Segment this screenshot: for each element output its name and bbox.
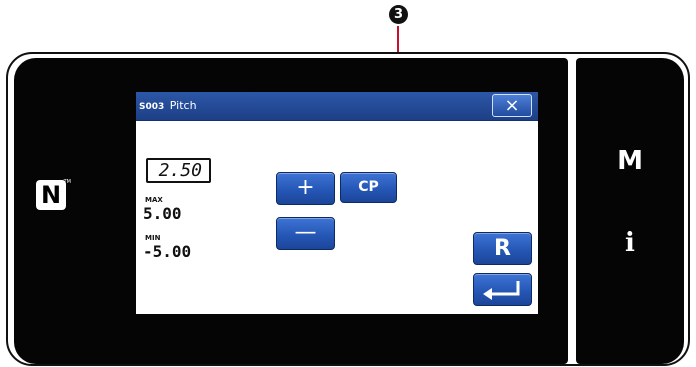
nfc-letter: N — [40, 181, 62, 209]
enter-arrow-icon — [483, 281, 520, 300]
enter-button[interactable] — [473, 273, 532, 306]
max-label: MAX — [145, 196, 163, 204]
nfc-trademark: TM — [63, 179, 71, 185]
side-panel — [576, 58, 684, 364]
cp-button[interactable]: CP — [340, 172, 397, 203]
minus-button[interactable]: — — [276, 217, 335, 250]
dialog-title-text: Pitch — [169, 99, 197, 112]
min-value: -5.00 — [143, 242, 192, 261]
dialog-title: S003 Pitch — [139, 99, 197, 112]
min-label: MIN — [145, 234, 161, 242]
plus-button[interactable]: + — [276, 172, 335, 205]
info-button[interactable]: i — [620, 228, 640, 258]
max-value: 5.00 — [143, 204, 182, 223]
nfc-icon: N TM — [36, 179, 71, 210]
callout-number: 3 — [389, 5, 408, 24]
dialog-titlebar: S003 Pitch × — [136, 92, 538, 121]
pitch-dialog: S003 Pitch × 2.50 MAX 5.00 MIN -5.00 + —… — [136, 92, 538, 314]
pitch-value-field[interactable]: 2.50 — [146, 158, 211, 183]
m-button[interactable]: M — [614, 146, 646, 176]
reset-button[interactable]: R — [473, 232, 532, 265]
close-button[interactable]: × — [492, 94, 532, 117]
dialog-code: S003 — [139, 102, 165, 112]
